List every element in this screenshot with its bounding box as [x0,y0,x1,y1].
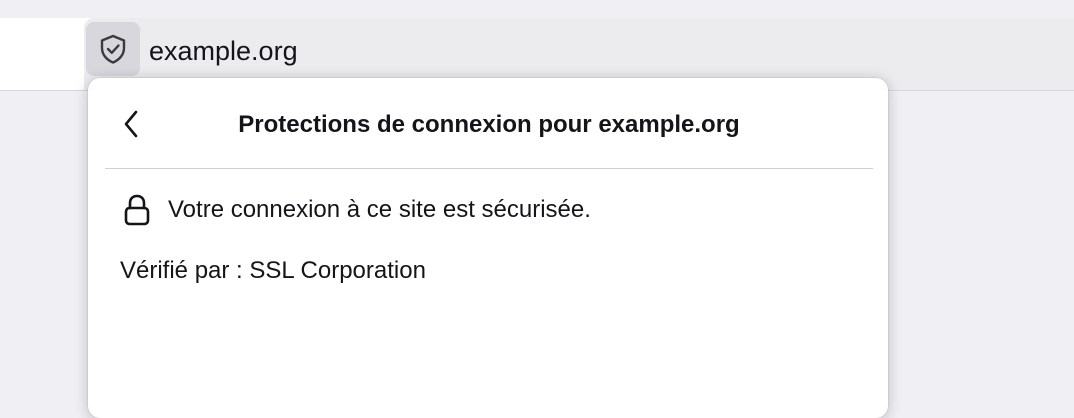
shield-check-icon [100,34,126,64]
panel-title: Protections de connexion pour example.or… [238,111,740,138]
connection-protections-panel: Protections de connexion pour example.or… [88,78,888,418]
chevron-left-icon [124,110,138,138]
verified-by-text: Vérifié par : SSL Corporation [120,257,426,284]
site-identity-button[interactable] [86,22,140,76]
url-text[interactable]: example.org [149,33,298,69]
connection-status-row: Votre connexion à ce site est sécurisée. [122,193,591,227]
panel-divider [105,168,873,169]
back-button[interactable] [114,106,150,142]
tab-strip-area [0,0,1074,18]
panel-header: Protections de connexion pour example.or… [88,78,888,168]
lock-icon [122,193,152,227]
connection-status-text: Votre connexion à ce site est sécurisée. [168,196,591,223]
